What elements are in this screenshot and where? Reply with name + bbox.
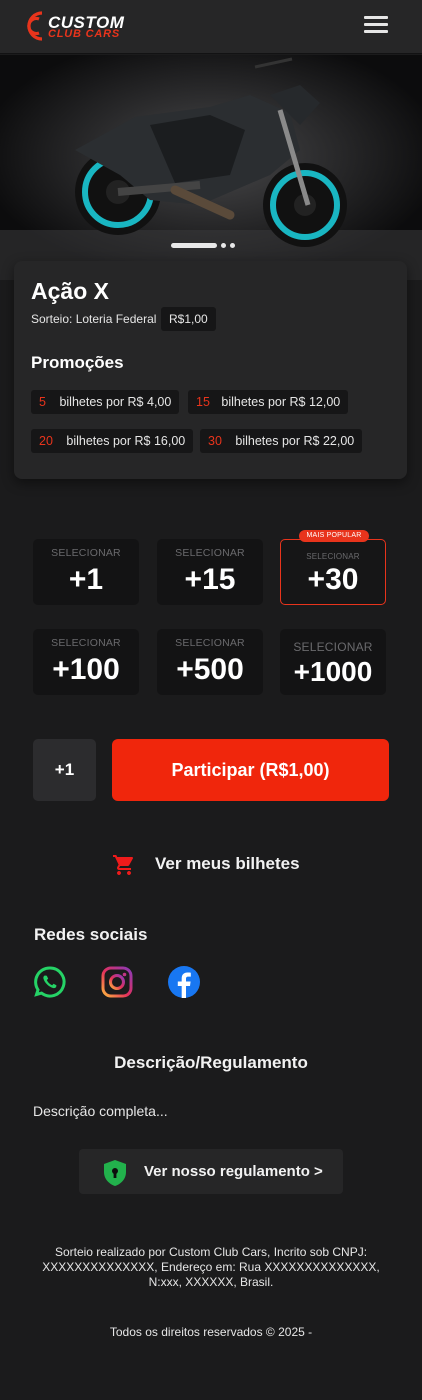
participate-button[interactable]: Participar (R$1,00) — [112, 739, 389, 801]
promo-text: bilhetes por R$ 4,00 — [59, 395, 172, 409]
view-rules-label: Ver nosso regulamento > — [144, 1163, 323, 1180]
logo-mark-icon — [27, 11, 43, 41]
carousel-dot[interactable] — [230, 243, 235, 248]
custom-club-cars-logo[interactable]: CUSTOM CLUB CARS — [20, 8, 138, 44]
promo-qty: 20 — [39, 434, 53, 448]
select-value: +100 — [52, 653, 120, 686]
promo-text: bilhetes por R$ 22,00 — [235, 434, 355, 448]
raffle-title: Ação X — [31, 278, 109, 304]
most-popular-badge: MAIS POPULAR — [299, 530, 369, 542]
select-100-button[interactable]: SELECIONAR +100 — [33, 629, 139, 695]
select-value: +1 — [68, 563, 104, 596]
raffle-info-card: Ação X Sorteio: Loteria Federal R$1,00 P… — [14, 261, 407, 479]
carousel-dot-active[interactable] — [171, 243, 217, 248]
promo-text: bilhetes por R$ 16,00 — [66, 434, 186, 448]
view-tickets-label: Ver meus bilhetes — [155, 854, 300, 873]
ticket-price-badge: R$1,00 — [161, 307, 216, 331]
select-value: +30 — [307, 563, 359, 596]
description-text: Descrição completa... — [33, 1103, 168, 1119]
select-label: SELECIONAR — [306, 552, 360, 561]
select-1000-button[interactable]: SELECIONAR +1000 — [280, 629, 386, 695]
select-value: +500 — [176, 653, 244, 686]
select-label: SELECIONAR — [51, 547, 121, 559]
select-30-button[interactable]: SELECIONAR +30 — [280, 539, 386, 605]
select-value: +15 — [184, 563, 236, 596]
select-label: SELECIONAR — [51, 637, 121, 649]
promo-chip[interactable]: 15 bilhetes por R$ 12,00 — [188, 390, 349, 414]
promo-qty: 5 — [39, 395, 46, 409]
promo-chip[interactable]: 20 bilhetes por R$ 16,00 — [31, 429, 194, 453]
carousel-dot[interactable] — [221, 243, 226, 248]
logo-text-secondary: CLUB CARS — [48, 28, 120, 40]
select-label: SELECIONAR — [293, 640, 373, 654]
select-label: SELECIONAR — [175, 547, 245, 559]
promotions-title: Promoções — [31, 353, 124, 372]
copyright-text: Todos os direitos reservados © 2025 - — [109, 1325, 313, 1339]
promo-text: bilhetes por R$ 12,00 — [221, 395, 341, 409]
whatsapp-icon[interactable] — [33, 965, 67, 999]
promo-chip[interactable]: 5 bilhetes por R$ 4,00 — [31, 390, 180, 414]
instagram-icon[interactable] — [100, 965, 134, 999]
footer-legal-text: Sorteio realizado por Custom Club Cars, … — [42, 1245, 380, 1289]
select-label: SELECIONAR — [175, 637, 245, 649]
promo-chip[interactable]: 30 bilhetes por R$ 22,00 — [200, 429, 363, 453]
hamburger-menu-icon[interactable] — [364, 16, 388, 34]
select-15-button[interactable]: SELECIONAR +15 — [157, 539, 263, 605]
facebook-icon[interactable] — [167, 965, 201, 999]
raffle-draw-source: Sorteio: Loteria Federal — [31, 312, 157, 326]
select-value: +1000 — [293, 656, 373, 687]
quantity-display[interactable]: +1 — [33, 739, 96, 801]
shield-lock-icon — [104, 1160, 126, 1186]
promo-qty: 30 — [208, 434, 222, 448]
select-1-button[interactable]: SELECIONAR +1 — [33, 539, 139, 605]
social-title: Redes sociais — [34, 925, 148, 944]
promo-qty: 15 — [196, 395, 210, 409]
cart-icon — [113, 855, 134, 875]
description-title: Descrição/Regulamento — [114, 1053, 308, 1072]
view-rules-button[interactable]: Ver nosso regulamento > — [79, 1149, 343, 1194]
top-bar: CUSTOM CLUB CARS — [0, 0, 422, 54]
select-500-button[interactable]: SELECIONAR +500 — [157, 629, 263, 695]
